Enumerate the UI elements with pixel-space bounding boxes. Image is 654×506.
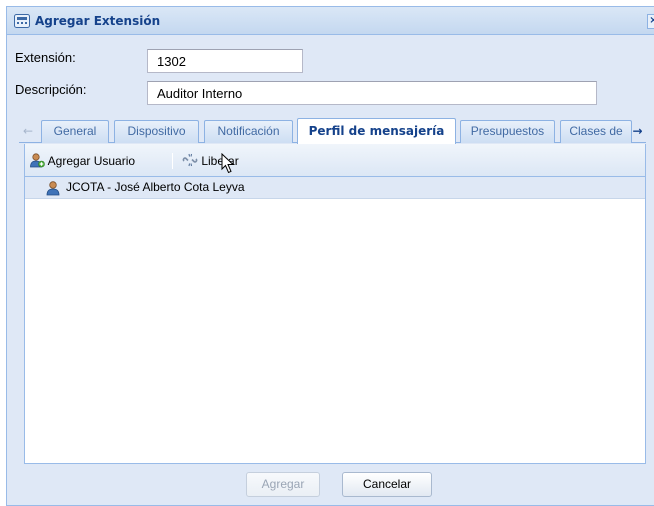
- cancel-button[interactable]: Cancelar: [342, 472, 432, 497]
- list-item-label: JCOTA - José Alberto Cota Leyva: [66, 180, 245, 194]
- release-label: Liberar: [201, 154, 239, 168]
- user-list: JCOTA - José Alberto Cota Leyva: [25, 177, 645, 463]
- tab-scroll-right-icon[interactable]: →: [629, 120, 646, 142]
- tab-scroll-left-icon[interactable]: ←: [19, 120, 37, 142]
- tab-presupuestos[interactable]: Presupuestos: [460, 120, 555, 143]
- tab-perfil-mensajeria[interactable]: Perfil de mensajería: [297, 118, 456, 144]
- toolbar-separator: [172, 153, 173, 169]
- release-button[interactable]: Liberar: [182, 152, 239, 172]
- tab-strip: ← General Dispositivo Notificación Perfi…: [19, 117, 646, 144]
- panel-toolbar: Agregar Usuario Liberar: [25, 144, 645, 177]
- close-icon[interactable]: ×: [647, 14, 654, 29]
- extension-field[interactable]: 1302: [147, 49, 303, 73]
- tab-dispositivo[interactable]: Dispositivo: [114, 120, 199, 143]
- tab-notificacion[interactable]: Notificación: [204, 120, 293, 143]
- extension-label: Extensión:: [15, 50, 76, 65]
- user-add-icon: [30, 153, 45, 168]
- tab-general[interactable]: General: [41, 120, 109, 143]
- tab-clases[interactable]: Clases de: [560, 120, 632, 143]
- add-extension-window: Agregar Extensión × Extensión: 1302 Desc…: [6, 6, 654, 506]
- add-button[interactable]: Agregar: [246, 472, 320, 497]
- add-user-label: Agregar Usuario: [47, 154, 136, 168]
- phone-icon: [14, 14, 30, 28]
- window-title: Agregar Extensión: [35, 14, 161, 28]
- description-field[interactable]: Auditor Interno: [147, 81, 597, 105]
- unlink-icon: [182, 153, 198, 167]
- user-icon: [46, 181, 60, 196]
- list-item[interactable]: JCOTA - José Alberto Cota Leyva: [25, 177, 645, 199]
- description-label: Descripción:: [15, 82, 87, 97]
- window-titlebar[interactable]: Agregar Extensión ×: [7, 7, 654, 35]
- messaging-profile-panel: Agregar Usuario Liberar JCOTA - José Alb…: [24, 144, 646, 464]
- add-user-button[interactable]: Agregar Usuario: [29, 152, 135, 172]
